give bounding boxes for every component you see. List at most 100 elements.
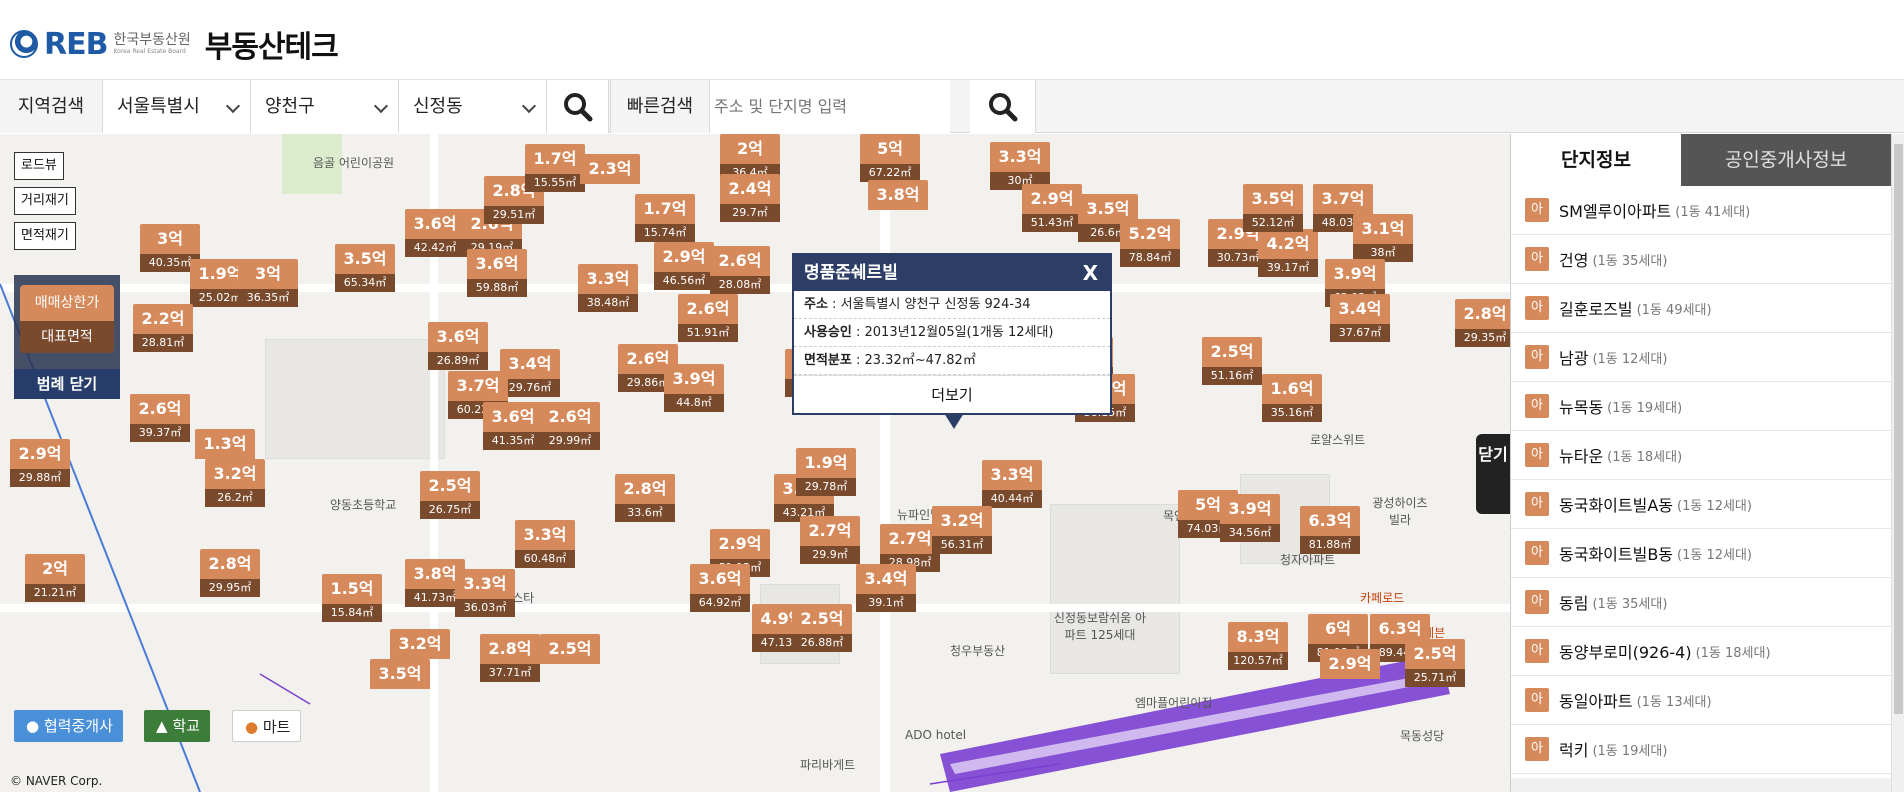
- price-marker[interactable]: 5.2억 78.84㎡: [1120, 219, 1180, 267]
- complex-list-item[interactable]: 아 뉴타운 (1동 18세대): [1511, 431, 1891, 480]
- popup-more-button[interactable]: 더보기: [794, 375, 1110, 415]
- area-measure-button[interactable]: 면적재기: [14, 222, 76, 250]
- school-toggle-button[interactable]: ▲ 학교: [144, 710, 210, 742]
- complex-name: 동국화이트빌A동: [1559, 496, 1673, 515]
- price-marker[interactable]: 2.2억 28.81㎡: [133, 304, 193, 352]
- price-marker[interactable]: 3.1억 38㎡: [1353, 214, 1413, 262]
- price-marker[interactable]: 2.7억 29.9㎡: [800, 516, 860, 564]
- price-marker[interactable]: 2.5억 26.75㎡: [420, 471, 480, 519]
- mart-toggle-button[interactable]: ● 마트: [232, 710, 302, 742]
- complex-list-item[interactable]: 아 길훈로즈빌 (1동 49세대): [1511, 284, 1891, 333]
- popup-close-button[interactable]: X: [1083, 255, 1098, 291]
- price-marker[interactable]: 3.3억 38.48㎡: [578, 264, 638, 312]
- price-marker[interactable]: 1.6억 35.16㎡: [1262, 374, 1322, 422]
- price-marker[interactable]: 3.4억 39.1㎡: [856, 564, 916, 612]
- map-canvas[interactable]: 음골 어린이공원 양동초등학교 데이스타 청우부동산 신정동보람쉬움 아파트 1…: [0, 134, 1510, 792]
- price-marker[interactable]: 3.8억: [868, 180, 928, 210]
- complex-list-item[interactable]: 아 동양부로미(926-4) (1동 18세대): [1511, 627, 1891, 676]
- quick-search-button[interactable]: [970, 80, 1036, 133]
- price-marker[interactable]: 3.2억: [390, 629, 450, 659]
- price-marker[interactable]: 2.4억 29.7㎡: [720, 174, 780, 222]
- price-marker[interactable]: 4.2억 39.17㎡: [1258, 229, 1318, 277]
- price-marker[interactable]: 2.6억 51.91㎡: [678, 294, 738, 342]
- district-select[interactable]: 양천구: [251, 80, 399, 133]
- price-marker[interactable]: 2.8억 33.6㎡: [615, 474, 675, 522]
- price-marker[interactable]: 2억 21.21㎡: [25, 554, 85, 602]
- price-marker[interactable]: 3.5억 65.34㎡: [335, 244, 395, 292]
- price-marker[interactable]: 1.7억 15.74㎡: [635, 194, 695, 242]
- price-marker[interactable]: 2.9억: [1320, 649, 1380, 679]
- price-marker[interactable]: 3.6억 42.42㎡: [405, 209, 465, 257]
- price-marker[interactable]: 8.3억 120.57㎡: [1228, 622, 1288, 670]
- price-marker[interactable]: 3.5억 52.12㎡: [1243, 184, 1303, 232]
- price-marker[interactable]: 2.9억 29.88㎡: [10, 439, 70, 487]
- complex-list-item[interactable]: 아 동일아파트 (1동 13세대): [1511, 676, 1891, 725]
- price-marker[interactable]: 2.5억: [540, 634, 600, 664]
- price-marker[interactable]: 3.6억 59.88㎡: [467, 249, 527, 297]
- price-marker[interactable]: 2.8억 29.35㎡: [1455, 299, 1510, 347]
- complex-list-item[interactable]: 아 남광 (1동 12세대): [1511, 333, 1891, 382]
- price-marker[interactable]: 2.6억 28.08㎡: [710, 246, 770, 294]
- marker-price: 2.9억: [710, 529, 770, 559]
- price-marker[interactable]: 1.5억 15.84㎡: [322, 574, 382, 622]
- price-marker[interactable]: 3억 36.35㎡: [238, 259, 298, 307]
- price-marker[interactable]: 6.3억 81.88㎡: [1300, 506, 1360, 554]
- marker-area: 28.08㎡: [710, 276, 770, 294]
- logo[interactable]: REB 한국부동산원 Korea Real Estate Board 부동산테크: [10, 22, 339, 66]
- price-marker[interactable]: 2.9억 46.56㎡: [654, 242, 714, 290]
- roadview-button[interactable]: 로드뷰: [14, 152, 64, 180]
- panel-scrollbar[interactable]: [1891, 134, 1904, 792]
- price-marker[interactable]: 3.3억 60.48㎡: [515, 520, 575, 568]
- quick-search-input[interactable]: [710, 80, 950, 133]
- complex-list-item[interactable]: 아 동림 (1동 35세대): [1511, 578, 1891, 627]
- price-marker[interactable]: 2.5억 25.71㎡: [1405, 639, 1465, 687]
- marker-area: 29.99㎡: [540, 432, 600, 450]
- price-marker[interactable]: 2.8억 29.95㎡: [200, 549, 260, 597]
- price-marker[interactable]: 3.3억 30㎡: [990, 142, 1050, 190]
- complex-name: 뉴타운: [1559, 447, 1604, 466]
- price-marker[interactable]: 2.3억: [580, 154, 640, 184]
- price-marker[interactable]: 3.2억 26.2㎡: [205, 459, 265, 507]
- panel-h-scrollbar[interactable]: [1511, 778, 1891, 792]
- price-marker[interactable]: 3.6억 64.92㎡: [690, 564, 750, 612]
- price-marker[interactable]: 5억 67.22㎡: [860, 134, 920, 182]
- price-marker[interactable]: 1.9억 29.78㎡: [796, 448, 856, 496]
- dong-select[interactable]: 신정동: [399, 80, 547, 133]
- price-marker[interactable]: 3.5억: [370, 659, 430, 689]
- complex-list-item[interactable]: 아 럭키 (1동 19세대): [1511, 725, 1891, 774]
- price-marker[interactable]: 2.9억 51.43㎡: [1022, 184, 1082, 232]
- legend-close-button[interactable]: 범례 닫기: [14, 369, 120, 399]
- complex-list-item[interactable]: 아 동국화이트빌A동 (1동 12세대): [1511, 480, 1891, 529]
- complex-list-item[interactable]: 아 뉴목동 (1동 19세대): [1511, 382, 1891, 431]
- agent-toggle-button[interactable]: ● 협력중개사: [14, 710, 123, 742]
- price-marker[interactable]: 3.6억 41.35㎡: [483, 402, 543, 450]
- price-marker[interactable]: 3.3억 40.44㎡: [982, 460, 1042, 508]
- price-marker[interactable]: 2.6억 39.37㎡: [130, 394, 190, 442]
- complex-list-item[interactable]: 아 건영 (1동 35세대): [1511, 235, 1891, 284]
- price-marker[interactable]: 3.6억 26.89㎡: [428, 322, 488, 370]
- city-select[interactable]: 서울특별시: [103, 80, 251, 133]
- price-marker[interactable]: 1.3억: [195, 429, 255, 459]
- price-marker[interactable]: 3.3억 36.03㎡: [455, 569, 515, 617]
- tab-agent-info[interactable]: 공인중개사정보: [1681, 134, 1891, 186]
- price-marker[interactable]: 3.9억 44.8㎡: [664, 364, 724, 412]
- marker-price: 2.5억: [792, 604, 852, 634]
- price-marker[interactable]: 3.9억 34.56㎡: [1220, 494, 1280, 542]
- scrollbar-thumb[interactable]: [1894, 144, 1903, 714]
- marker-price: 3.8억: [868, 180, 928, 210]
- price-marker[interactable]: 3.2억 56.31㎡: [932, 506, 992, 554]
- price-marker[interactable]: 2.6억 29.99㎡: [540, 402, 600, 450]
- tab-complex-info[interactable]: 단지정보: [1511, 134, 1681, 186]
- price-marker[interactable]: 2.5억 51.16㎡: [1202, 337, 1262, 385]
- complex-name: 동일아파트: [1559, 692, 1633, 711]
- complex-list-item[interactable]: 아 SM엘루이아파트 (1동 41세대): [1511, 186, 1891, 235]
- price-marker[interactable]: 2.5억 26.88㎡: [792, 604, 852, 652]
- panel-close-tab[interactable]: 닫기: [1476, 434, 1510, 514]
- complex-list-item[interactable]: 아 동국화이트빌B동 (1동 12세대): [1511, 529, 1891, 578]
- price-marker[interactable]: 3.4억 29.76㎡: [500, 349, 560, 397]
- price-marker[interactable]: 3.4억 37.67㎡: [1330, 294, 1390, 342]
- price-marker[interactable]: 1.7억 15.55㎡: [525, 144, 585, 192]
- region-search-button[interactable]: [547, 80, 609, 133]
- price-marker[interactable]: 2.8억 37.71㎡: [480, 634, 540, 682]
- distance-measure-button[interactable]: 거리재기: [14, 187, 76, 215]
